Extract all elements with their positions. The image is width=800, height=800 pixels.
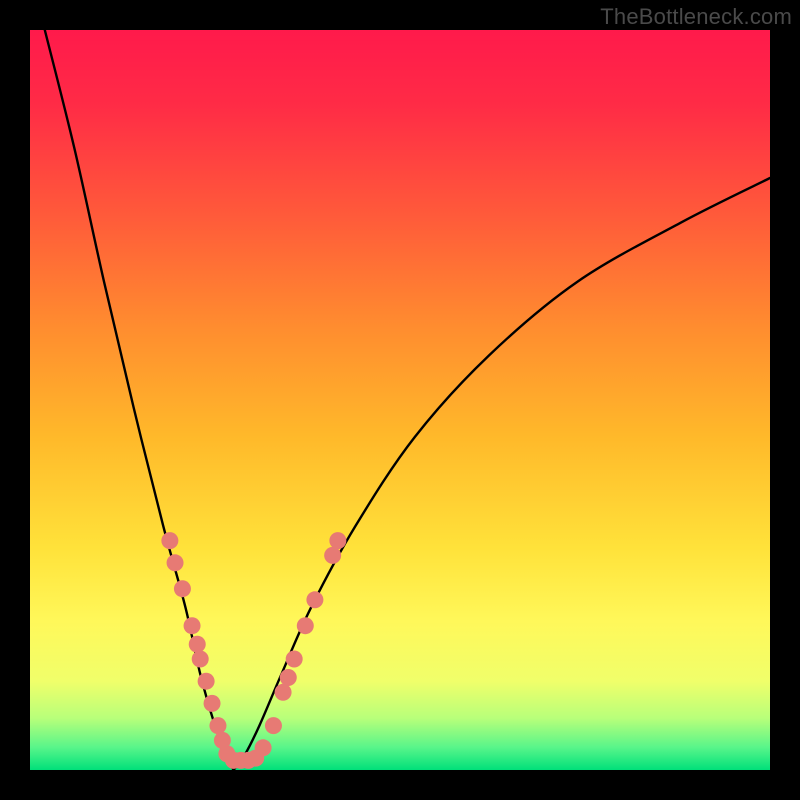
bottleneck-curve — [45, 30, 770, 770]
data-dots — [161, 532, 346, 769]
data-dot — [161, 532, 178, 549]
data-dot — [167, 554, 184, 571]
curve-svg — [30, 30, 770, 770]
data-dot — [209, 717, 226, 734]
chart-frame: TheBottleneck.com — [0, 0, 800, 800]
data-dot — [189, 636, 206, 653]
data-dot — [198, 673, 215, 690]
data-dot — [324, 547, 341, 564]
plot-area — [30, 30, 770, 770]
data-dot — [265, 717, 282, 734]
data-dot — [174, 580, 191, 597]
data-dot — [184, 617, 201, 634]
data-dot — [297, 617, 314, 634]
data-dot — [204, 695, 221, 712]
data-dot — [192, 651, 209, 668]
data-dot — [255, 739, 272, 756]
watermark-text: TheBottleneck.com — [600, 4, 792, 30]
data-dot — [329, 532, 346, 549]
data-dot — [286, 651, 303, 668]
data-dot — [280, 669, 297, 686]
data-dot — [275, 684, 292, 701]
data-dot — [306, 591, 323, 608]
